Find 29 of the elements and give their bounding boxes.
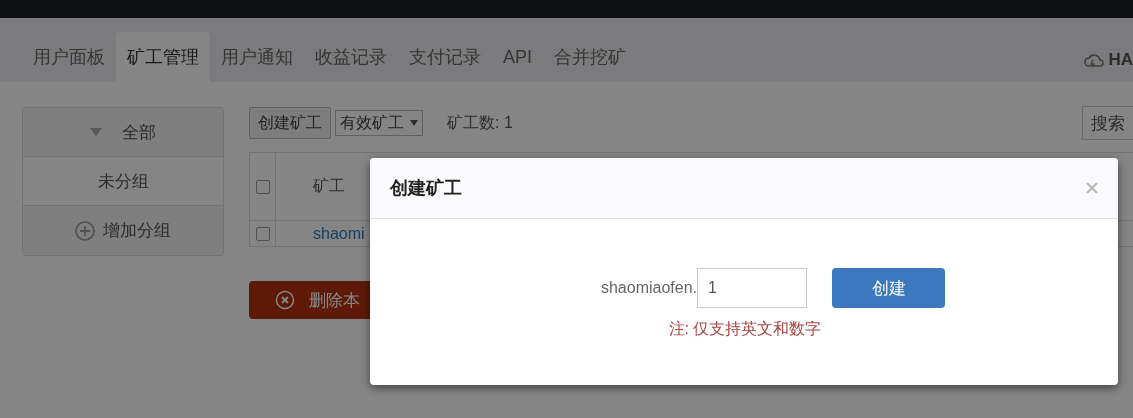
miner-name-link[interactable]: shaomi xyxy=(313,224,365,243)
nav-tab[interactable]: 用户通知 xyxy=(210,32,304,82)
search-button[interactable]: 搜索 xyxy=(1082,106,1133,140)
filter-dropdown[interactable]: 有效矿工 xyxy=(335,110,423,136)
nav-tab[interactable]: 收益记录 xyxy=(304,32,398,82)
row-checkbox[interactable] xyxy=(255,226,270,241)
create-button[interactable]: 创建 xyxy=(832,268,946,308)
miner-count: 矿工数: 1 xyxy=(447,112,513,133)
nav-tab[interactable]: 支付记录 xyxy=(398,32,492,82)
close-icon[interactable] xyxy=(1086,182,1098,194)
sidebar-item[interactable]: 增加分组 xyxy=(23,206,223,255)
miner-name-input[interactable]: 1 xyxy=(697,268,808,308)
create-miner-button[interactable]: 创建矿工 xyxy=(249,107,331,139)
column-header: 矿工 xyxy=(313,176,345,196)
caret-down-icon xyxy=(90,128,102,136)
close-circle-icon xyxy=(275,290,295,310)
select-all-checkbox[interactable] xyxy=(255,179,270,194)
brand-logo-text: HA xyxy=(1108,50,1133,70)
nav-tab[interactable]: API xyxy=(492,32,543,82)
modal-title: 创建矿工 xyxy=(390,177,462,200)
plus-circle-icon xyxy=(75,220,95,241)
caret-down-icon xyxy=(410,120,418,126)
miner-prefix: shaomiaofen. xyxy=(600,279,698,297)
sidebar-item[interactable]: 全部 xyxy=(23,108,223,157)
nav-tab[interactable]: 合并挖矿 xyxy=(543,32,637,82)
cloud-icon xyxy=(1084,51,1105,69)
nav-tab[interactable]: 矿工管理 xyxy=(116,32,210,82)
nav-tab[interactable]: 用户面板 xyxy=(22,32,116,82)
input-hint: 注: 仅支持英文和数字 xyxy=(668,319,822,339)
